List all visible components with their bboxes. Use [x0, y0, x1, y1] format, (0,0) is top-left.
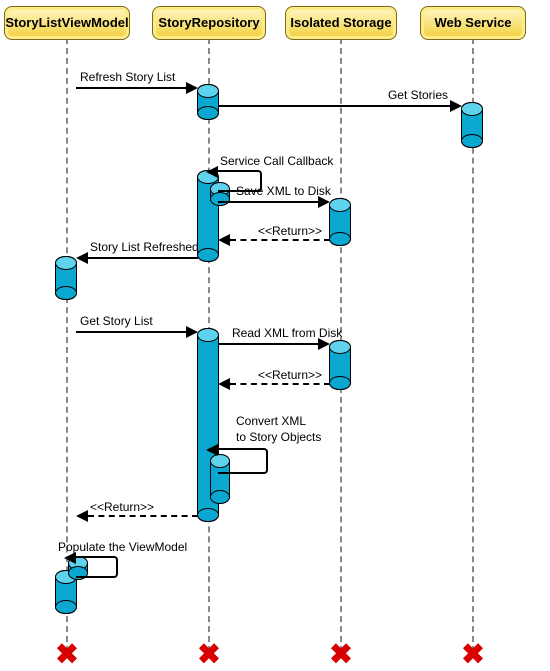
destroy-storage-icon: ✖	[329, 638, 352, 671]
msg-label: Get Story List	[80, 314, 153, 328]
participant-repo: StoryRepository	[152, 6, 266, 40]
msg-label: <<Return>>	[90, 500, 154, 514]
activation-storage-1	[329, 198, 351, 246]
msg-label: <<Return>>	[258, 368, 322, 382]
msg-label: Story List Refreshed	[90, 240, 199, 254]
activation-vm-1	[55, 256, 77, 300]
sequence-diagram: StoryListViewModel StoryRepository Isola…	[0, 0, 550, 669]
msg-label: Get Stories	[388, 88, 448, 102]
msg-label: Read XML from Disk	[232, 326, 342, 340]
self-msg-populate-vm	[76, 556, 118, 578]
label-convert-xml-2: to Story Objects	[236, 430, 321, 444]
label-convert-xml-1: Convert XML	[236, 414, 306, 428]
participant-web: Web Service	[420, 6, 526, 40]
label-populate-vm: Populate the ViewModel	[58, 540, 187, 554]
msg-label: Refresh Story List	[80, 70, 175, 84]
destroy-repo-icon: ✖	[197, 638, 220, 671]
self-msg-convert-xml	[218, 448, 268, 474]
destroy-web-icon: ✖	[461, 638, 484, 671]
msg-label: Save XML to Disk	[236, 184, 331, 198]
participant-vm: StoryListViewModel	[4, 6, 130, 40]
label-service-callback: Service Call Callback	[220, 154, 333, 168]
participant-label: Web Service	[434, 15, 511, 30]
destroy-vm-icon: ✖	[55, 638, 78, 671]
activation-repo-1	[197, 84, 219, 120]
activation-storage-2	[329, 340, 351, 390]
msg-label: <<Return>>	[258, 224, 322, 238]
activation-web	[461, 102, 483, 148]
participant-storage: Isolated Storage	[285, 6, 397, 40]
participant-label: StoryListViewModel	[5, 15, 128, 30]
participant-label: Isolated Storage	[290, 15, 391, 30]
participant-label: StoryRepository	[158, 15, 259, 30]
